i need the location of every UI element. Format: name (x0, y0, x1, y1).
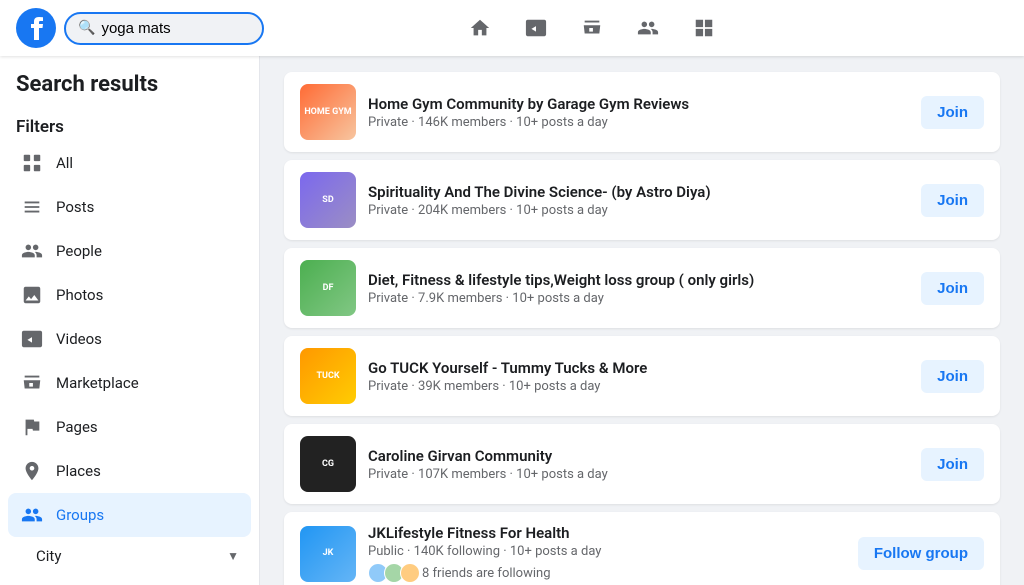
search-icon: 🔍 (78, 20, 95, 36)
nav-center (276, 4, 908, 52)
sidebar-item-marketplace-label: Marketplace (56, 374, 139, 392)
sidebar-item-places-label: Places (56, 462, 101, 480)
nav-video-button[interactable] (512, 4, 560, 52)
sidebar-item-photos[interactable]: Photos (8, 273, 251, 317)
main-layout: Search results Filters All Posts (0, 56, 1024, 585)
group-card: JK JKLifestyle Fitness For Health Public… (284, 512, 1000, 585)
group-name: Caroline Girvan Community (368, 447, 909, 465)
home-icon (469, 17, 491, 39)
sidebar-item-people[interactable]: People (8, 229, 251, 273)
chevron-down-icon: ▼ (227, 549, 239, 563)
group-meta: Private · 204K members · 10+ posts a day (368, 203, 909, 218)
marketplace-icon (20, 371, 44, 395)
nav-store-button[interactable] (568, 4, 616, 52)
posts-icon (20, 195, 44, 219)
sidebar-subitem-public-groups[interactable]: Public Groups (24, 575, 251, 585)
group-meta: Private · 39K members · 10+ posts a day (368, 379, 909, 394)
nav-home-button[interactable] (456, 4, 504, 52)
search-input[interactable] (101, 20, 250, 37)
people-icon (20, 239, 44, 263)
sidebar-item-posts[interactable]: Posts (8, 185, 251, 229)
group-name: JKLifestyle Fitness For Health (368, 524, 846, 542)
sidebar-title: Search results (8, 72, 251, 109)
group-meta: Private · 146K members · 10+ posts a day (368, 115, 909, 130)
group-card: CG Caroline Girvan Community Private · 1… (284, 424, 1000, 504)
friend-avatar (400, 563, 420, 583)
group-card: TUCK Go TUCK Yourself - Tummy Tucks & Mo… (284, 336, 1000, 416)
group-info: Go TUCK Yourself - Tummy Tucks & More Pr… (368, 359, 909, 394)
group-thumbnail: DF (300, 260, 356, 316)
sidebar-item-all-label: All (56, 154, 73, 172)
group-info: Spirituality And The Divine Science- (by… (368, 183, 909, 218)
sidebar-sub: City ▼ Public Groups My Groups (8, 537, 251, 585)
sidebar-item-videos[interactable]: Videos (8, 317, 251, 361)
group-meta: Public · 140K following · 10+ posts a da… (368, 544, 846, 559)
all-icon (20, 151, 44, 175)
friends-icon (637, 17, 659, 39)
places-icon (20, 459, 44, 483)
city-label: City (36, 547, 61, 565)
pages-icon (20, 415, 44, 439)
friend-avatars (368, 563, 416, 583)
group-info: Diet, Fitness & lifestyle tips,Weight lo… (368, 271, 909, 306)
video-icon (525, 17, 547, 39)
sidebar-item-pages[interactable]: Pages (8, 405, 251, 449)
group-info: Caroline Girvan Community Private · 107K… (368, 447, 909, 482)
follow-group-button[interactable]: Follow group (858, 537, 984, 570)
sidebar-item-pages-label: Pages (56, 418, 98, 436)
group-thumbnail: JK (300, 526, 356, 582)
sidebar-item-groups[interactable]: Groups (8, 493, 251, 537)
video-filter-icon (20, 327, 44, 351)
group-thumbnail: CG (300, 436, 356, 492)
join-group-button[interactable]: Join (921, 360, 984, 393)
store-icon (581, 17, 603, 39)
friends-text: 8 friends are following (422, 566, 551, 581)
sidebar-item-posts-label: Posts (56, 198, 94, 216)
join-group-button[interactable]: Join (921, 184, 984, 217)
group-card: HOME GYM Home Gym Community by Garage Gy… (284, 72, 1000, 152)
group-name: Diet, Fitness & lifestyle tips,Weight lo… (368, 271, 909, 289)
sidebar-item-videos-label: Videos (56, 330, 102, 348)
group-info: Home Gym Community by Garage Gym Reviews… (368, 95, 909, 130)
sidebar-item-people-label: People (56, 242, 102, 260)
join-group-button[interactable]: Join (921, 96, 984, 129)
group-card: SD Spirituality And The Divine Science- … (284, 160, 1000, 240)
group-friends: 8 friends are following (368, 563, 846, 583)
group-thumbnail: SD (300, 172, 356, 228)
photos-icon (20, 283, 44, 307)
facebook-logo-icon (16, 8, 56, 48)
groups-list: HOME GYM Home Gym Community by Garage Gy… (284, 72, 1000, 585)
join-group-button[interactable]: Join (921, 448, 984, 481)
group-meta: Private · 107K members · 10+ posts a day (368, 467, 909, 482)
content-area: HOME GYM Home Gym Community by Garage Gy… (260, 56, 1024, 585)
search-box[interactable]: 🔍 (64, 12, 264, 45)
group-card: DF Diet, Fitness & lifestyle tips,Weight… (284, 248, 1000, 328)
top-nav: 🔍 (0, 0, 1024, 56)
sidebar-item-places[interactable]: Places (8, 449, 251, 493)
sidebar-subitem-city[interactable]: City ▼ (24, 537, 251, 575)
group-meta: Private · 7.9K members · 10+ posts a day (368, 291, 909, 306)
groups-icon (20, 503, 44, 527)
filters-label: Filters (8, 109, 251, 141)
nav-menu-button[interactable] (680, 4, 728, 52)
nav-friends-button[interactable] (624, 4, 672, 52)
group-thumbnail: TUCK (300, 348, 356, 404)
sidebar-item-all[interactable]: All (8, 141, 251, 185)
join-group-button[interactable]: Join (921, 272, 984, 305)
group-name: Go TUCK Yourself - Tummy Tucks & More (368, 359, 909, 377)
group-info: JKLifestyle Fitness For Health Public · … (368, 524, 846, 583)
sidebar-item-photos-label: Photos (56, 286, 103, 304)
sidebar-item-marketplace[interactable]: Marketplace (8, 361, 251, 405)
sidebar: Search results Filters All Posts (0, 56, 260, 585)
sidebar-item-groups-label: Groups (56, 506, 104, 524)
group-name: Home Gym Community by Garage Gym Reviews (368, 95, 909, 113)
group-thumbnail: HOME GYM (300, 84, 356, 140)
group-name: Spirituality And The Divine Science- (by… (368, 183, 909, 201)
nav-left: 🔍 (16, 8, 276, 48)
menu-icon (693, 17, 715, 39)
